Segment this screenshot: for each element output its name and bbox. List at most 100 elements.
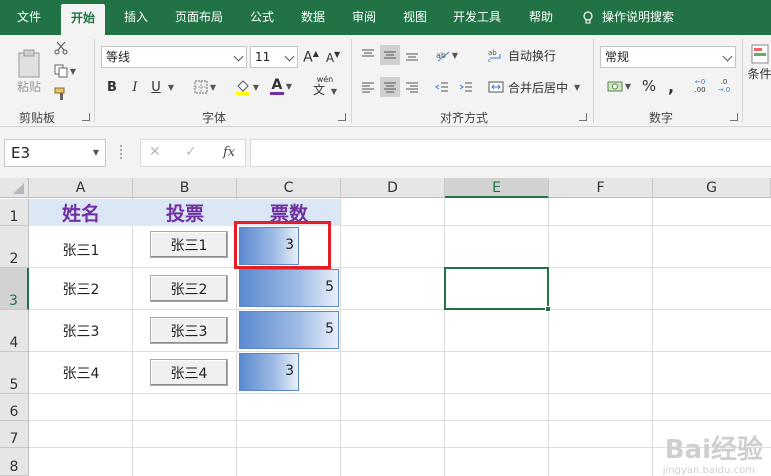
percent-style-button[interactable]: % — [640, 75, 658, 97]
number-launcher-icon[interactable] — [730, 113, 738, 121]
header-cell-vote[interactable]: 投票 — [133, 199, 237, 226]
increase-indent-button[interactable] — [456, 77, 476, 97]
row-number: 7 — [9, 431, 19, 447]
header-cell-name[interactable]: 姓名 — [29, 199, 133, 226]
orientation-icon: ab — [436, 51, 450, 62]
align-center-icon — [384, 82, 396, 93]
vote-count: 5 — [325, 279, 334, 295]
orientation-button[interactable]: ab ▼ — [432, 45, 462, 65]
vote-data-bar[interactable]: 5 — [239, 311, 339, 349]
column-header-a[interactable]: A — [29, 178, 133, 198]
increase-decimal-button[interactable]: ←0.00 — [690, 75, 710, 97]
row-header-5[interactable]: 5 — [0, 352, 29, 394]
bold-button[interactable]: B — [104, 77, 120, 97]
align-bottom-button[interactable] — [402, 45, 422, 65]
increase-decimal-label: .00 — [694, 86, 706, 94]
clipboard-launcher-icon[interactable] — [82, 113, 90, 121]
font-size-select[interactable]: 11 — [250, 46, 298, 68]
vote-count: 5 — [325, 321, 334, 337]
conditional-formatting-button[interactable]: 条件 — [748, 43, 771, 101]
wrap-text-button[interactable]: ab c 自动换行 — [488, 45, 560, 65]
column-header-f[interactable]: F — [549, 178, 653, 198]
name-cell[interactable]: 张三1 — [29, 226, 133, 268]
formula-bar-grip-icon — [120, 145, 122, 159]
tab-home[interactable]: 开始 — [61, 4, 106, 35]
insert-function-button[interactable]: fx — [223, 145, 235, 160]
vote-data-bar[interactable]: 3 — [239, 353, 299, 391]
tab-data[interactable]: 数据 — [301, 0, 325, 35]
name-cell[interactable]: 张三4 — [29, 352, 133, 394]
align-right-button[interactable] — [402, 77, 422, 97]
align-middle-button[interactable] — [380, 45, 400, 65]
align-left-button[interactable] — [358, 77, 378, 97]
vote-button[interactable]: 张三1 — [150, 231, 228, 258]
name-cell[interactable]: 张三2 — [29, 268, 133, 310]
phonetic-guide-icon: 文 ▼ — [313, 82, 337, 97]
row-header-4[interactable]: 4 — [0, 310, 29, 352]
align-top-button[interactable] — [358, 45, 378, 65]
tab-file[interactable]: 文件 — [17, 0, 41, 35]
vote-button[interactable]: 张三2 — [150, 275, 228, 302]
gridline — [548, 198, 549, 476]
row-number: 3 — [9, 293, 18, 309]
row-header-7[interactable]: 7 — [0, 421, 29, 448]
tell-me-search[interactable]: 操作说明搜索 — [582, 0, 674, 35]
font-color-button[interactable]: A ▼ — [266, 75, 296, 97]
fill-color-button[interactable]: ▼ — [232, 77, 262, 97]
row-header-1[interactable]: 1 — [0, 199, 29, 226]
tab-help[interactable]: 帮助 — [529, 0, 553, 35]
chevron-down-icon: ▼ — [92, 148, 99, 157]
decrease-decimal-button[interactable]: .0 →.0 — [714, 75, 734, 97]
decrease-font-size-button[interactable]: A▼ — [324, 46, 342, 68]
decrease-indent-button[interactable] — [432, 77, 452, 97]
tab-insert[interactable]: 插入 — [124, 0, 148, 35]
row-header-6[interactable]: 6 — [0, 394, 29, 421]
merge-center-button[interactable]: 合并后居中 ▼ — [488, 77, 584, 97]
accounting-format-button[interactable]: ▼ — [603, 75, 635, 97]
row-header-2[interactable]: 2 — [0, 226, 29, 268]
format-painter-button[interactable] — [52, 85, 70, 103]
font-family-select[interactable]: 等线 — [101, 46, 247, 68]
font-launcher-icon[interactable] — [338, 113, 346, 121]
underline-dropdown[interactable]: ▼ — [164, 77, 176, 97]
cancel-entry-button[interactable]: ✕ — [149, 144, 161, 160]
comma-style-button[interactable]: , — [662, 75, 680, 97]
align-center-button[interactable] — [380, 77, 400, 97]
tab-developer[interactable]: 开发工具 — [453, 0, 501, 35]
ribbon-separator — [593, 39, 594, 123]
paste-button[interactable]: 粘贴 — [12, 41, 46, 101]
borders-button[interactable]: ▼ — [190, 77, 220, 97]
group-label-alignment: 对齐方式 — [440, 111, 489, 125]
column-header-g[interactable]: G — [653, 178, 771, 198]
name-cell[interactable]: 张三3 — [29, 310, 133, 352]
cut-button[interactable] — [52, 39, 70, 57]
confirm-entry-button[interactable]: ✓ — [185, 144, 197, 160]
alignment-launcher-icon[interactable] — [579, 113, 587, 121]
vote-data-bar[interactable]: 5 — [239, 269, 339, 307]
tab-review[interactable]: 审阅 — [352, 0, 376, 35]
italic-button[interactable]: I — [127, 77, 143, 97]
name-box[interactable]: E3 ▼ — [4, 139, 106, 167]
vote-button[interactable]: 张三4 — [150, 359, 228, 386]
number-format-select[interactable]: 常规 — [600, 46, 736, 68]
vote-button[interactable]: 张三3 — [150, 317, 228, 344]
underline-button[interactable]: U — [148, 77, 164, 97]
row-header-3[interactable]: 3 — [0, 268, 29, 310]
border-icon — [194, 80, 208, 94]
formula-input[interactable] — [250, 139, 771, 167]
column-header-c[interactable]: C — [237, 178, 341, 198]
copy-button[interactable]: ▼ — [52, 62, 78, 80]
column-header-b[interactable]: B — [133, 178, 237, 198]
increase-font-size-button[interactable]: A▲ — [302, 46, 320, 68]
fill-handle[interactable] — [545, 306, 551, 312]
chevron-down-icon — [233, 51, 244, 62]
row-header-8[interactable]: 8 — [0, 448, 29, 476]
tab-formulas[interactable]: 公式 — [250, 0, 274, 35]
column-header-e[interactable]: E — [445, 178, 549, 198]
active-cell-e3[interactable] — [444, 267, 551, 312]
select-all-corner[interactable] — [0, 178, 29, 198]
phonetic-guide-button[interactable]: wén 文 ▼ — [308, 75, 342, 97]
column-header-d[interactable]: D — [341, 178, 445, 198]
tab-page-layout[interactable]: 页面布局 — [175, 0, 223, 35]
tab-view[interactable]: 视图 — [403, 0, 427, 35]
